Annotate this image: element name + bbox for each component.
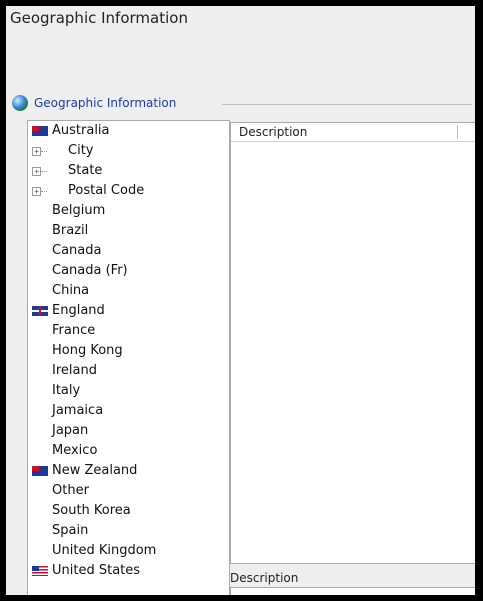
- tree-item-japan[interactable]: Japan: [52, 421, 88, 441]
- expand-icon[interactable]: +: [32, 187, 41, 196]
- section-label: Geographic Information: [34, 96, 177, 110]
- list-header: Description: [231, 123, 475, 142]
- geographic-information-window: Geographic Information Geographic Inform…: [6, 6, 475, 595]
- tree-item-france[interactable]: France: [52, 321, 95, 341]
- tree-item-label: Postal Code: [68, 183, 145, 198]
- window-title: Geographic Information: [10, 9, 188, 27]
- tree-item-jamaica[interactable]: Jamaica: [52, 401, 103, 421]
- tree-item-canada[interactable]: Canada: [52, 241, 101, 261]
- description-label: Description: [230, 571, 299, 585]
- tree-item-brazil[interactable]: Brazil: [52, 221, 88, 241]
- tree-item-south-korea[interactable]: South Korea: [52, 501, 131, 521]
- england-flag-icon: [32, 306, 48, 316]
- tree-item-canada-fr[interactable]: Canada (Fr): [52, 261, 128, 281]
- expand-icon[interactable]: +: [32, 147, 41, 156]
- section-header: Geographic Information: [12, 94, 472, 112]
- tree-item-belgium[interactable]: Belgium: [52, 201, 105, 221]
- tree-item-label: State: [68, 163, 103, 178]
- tree-item-spain[interactable]: Spain: [52, 521, 88, 541]
- tree-item-label: England: [52, 303, 105, 318]
- tree-item-italy[interactable]: Italy: [52, 381, 80, 401]
- tree-connector: [41, 191, 47, 192]
- tree-item-ireland[interactable]: Ireland: [52, 361, 97, 381]
- tree-item-other[interactable]: Other: [52, 481, 89, 501]
- globe-icon: [12, 95, 28, 111]
- tree-item-mexico[interactable]: Mexico: [52, 441, 97, 461]
- tree-connector: [41, 151, 47, 152]
- tree-item-label: Australia: [52, 123, 110, 138]
- tree-item-china[interactable]: China: [52, 281, 89, 301]
- column-divider[interactable]: [457, 125, 458, 139]
- tree-item-hong-kong[interactable]: Hong Kong: [52, 341, 123, 361]
- description-list[interactable]: Description: [230, 122, 475, 564]
- united-states-flag-icon: [32, 566, 48, 576]
- tree-item-label: City: [68, 143, 94, 158]
- tree-item-label: New Zealand: [52, 463, 138, 478]
- column-header-description[interactable]: Description: [239, 125, 307, 139]
- country-tree[interactable]: Australia + City + State + Postal Code B…: [27, 120, 230, 595]
- australia-flag-icon: [32, 126, 48, 136]
- new-zealand-flag-icon: [32, 466, 48, 476]
- section-divider: [222, 104, 472, 105]
- tree-item-label: United States: [52, 563, 141, 578]
- expand-icon[interactable]: +: [32, 167, 41, 176]
- description-field[interactable]: [230, 587, 475, 595]
- tree-connector: [41, 171, 47, 172]
- tree-item-united-kingdom[interactable]: United Kingdom: [52, 541, 156, 561]
